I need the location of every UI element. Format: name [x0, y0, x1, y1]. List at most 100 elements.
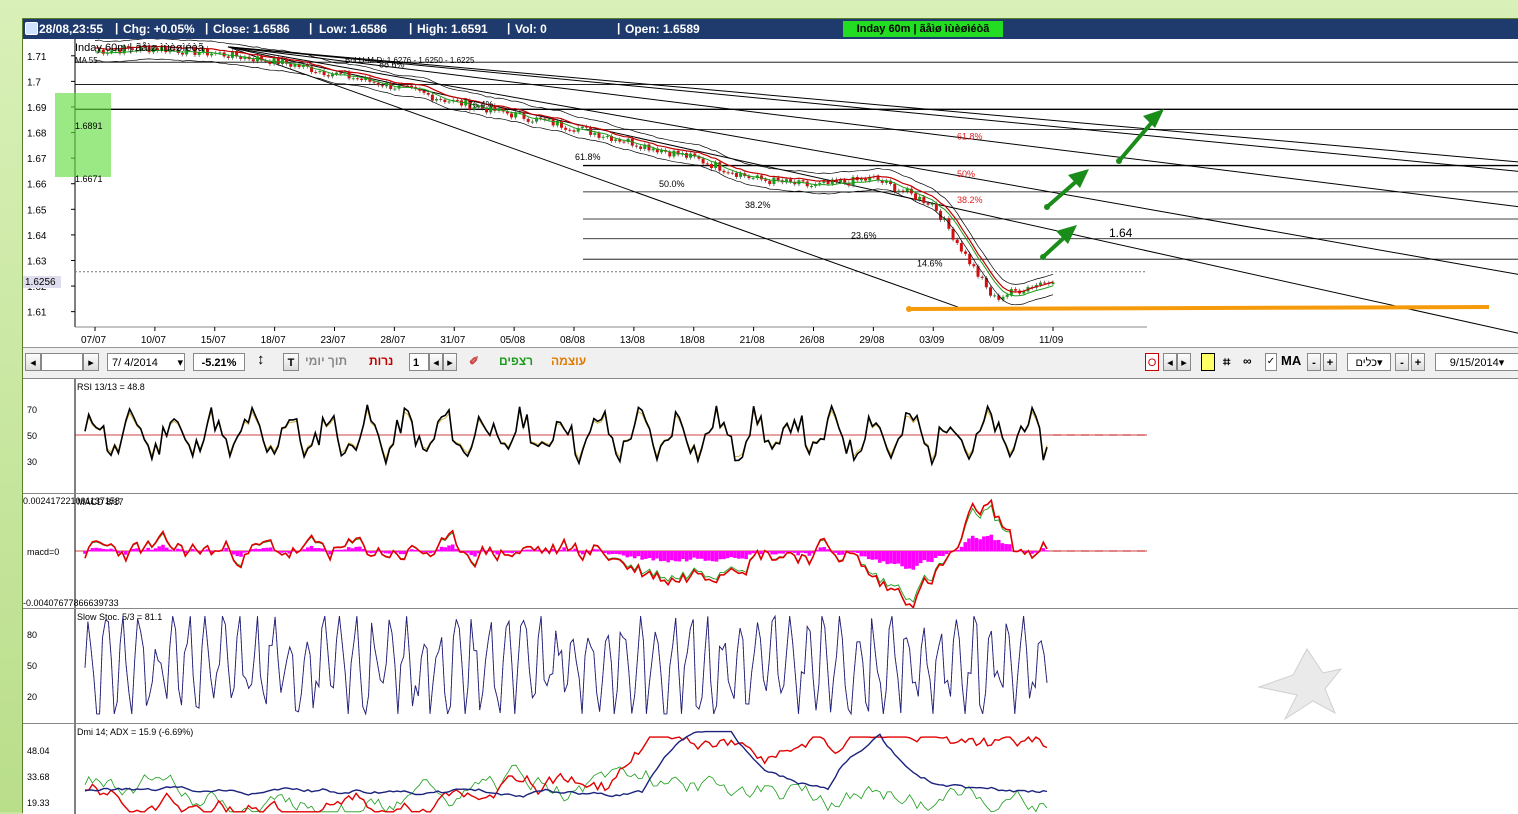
macd-histogram-bar — [751, 551, 756, 554]
zoom-plus-button[interactable]: + — [1411, 353, 1425, 371]
y-tick-label: 1.61 — [27, 308, 47, 319]
scroll-left-button[interactable]: ◂ — [25, 353, 41, 371]
dmi-panel[interactable]: Dmi 14; ADX = 15.9 (-6.69%) 48.04 33.68 19.… — [23, 723, 1518, 814]
dropdown-arrow-icon[interactable]: ▾ — [1377, 357, 1383, 369]
ma-minus-button[interactable]: - — [1307, 353, 1321, 371]
grid-icon[interactable]: ⌗ — [1223, 354, 1230, 370]
candle-body — [1043, 282, 1047, 284]
fib-label-right: 38.2% — [957, 195, 983, 205]
support-line-end — [906, 306, 912, 312]
macd-histogram-bar — [826, 549, 830, 552]
macd-histogram-bar — [740, 551, 745, 559]
x-tick-label: 28/07 — [380, 335, 405, 346]
candle-body — [443, 99, 447, 102]
nav-left-button[interactable]: ◂ — [1163, 353, 1177, 371]
macd-histogram-bar — [967, 538, 971, 552]
watermark-star — [1257, 648, 1343, 721]
candle-body — [951, 228, 955, 240]
candle-body — [918, 196, 922, 200]
stochastic-panel[interactable]: Slow Stoc. 5/3 = 81.1 80 50 20 — [23, 608, 1518, 723]
streaks-button[interactable]: רצפים — [499, 354, 533, 368]
candle-body — [251, 59, 255, 62]
binoculars-icon[interactable]: ∞ — [1243, 354, 1252, 368]
macd-histogram-bar — [937, 551, 942, 556]
macd-histogram-bar — [840, 551, 845, 555]
macd-histogram-bar — [402, 551, 407, 555]
nav-right-button[interactable]: ▸ — [1177, 353, 1191, 371]
ma-checkbox[interactable]: ✓ — [1265, 353, 1277, 371]
separator: | — [617, 21, 621, 35]
low-value: Low: 1.6586 — [319, 22, 388, 36]
scroll-track[interactable] — [41, 353, 83, 371]
macd-histogram-bar — [699, 551, 704, 559]
macd-histogram-bar — [725, 551, 730, 559]
macd-histogram-bar — [918, 551, 923, 564]
macd-histogram-bar — [369, 551, 373, 554]
macd-histogram-bar — [963, 542, 968, 552]
macd-histogram-bar — [833, 551, 838, 553]
candle-body — [605, 136, 609, 138]
macd-tick-label: -0.00407677866639733 — [23, 598, 119, 608]
candle-body — [597, 132, 601, 138]
window-icon[interactable] — [25, 22, 38, 35]
dropdown-arrow-icon[interactable]: ▾ — [1499, 357, 1505, 369]
star-shape — [1257, 648, 1343, 721]
macd-histogram-bar — [696, 551, 700, 559]
x-tick-label: 10/07 — [141, 335, 166, 346]
price-chart[interactable]: 1.711.71.691.681.671.661.651.641.631.621… — [23, 39, 1518, 347]
macd-histogram-bar — [796, 551, 800, 556]
candle-body — [955, 239, 959, 244]
percent-change-field[interactable]: -5.21% — [193, 353, 245, 371]
candle-body — [818, 182, 822, 185]
timeframe-badge[interactable]: Inday 60m | ãåìø ìùèøìéòã — [843, 21, 1003, 37]
macd-histogram-bar — [885, 551, 890, 565]
ma-plus-button[interactable]: + — [1323, 353, 1337, 371]
fib-label: 38.2% — [745, 200, 771, 210]
macd-histogram-bar — [636, 551, 641, 557]
dropdown-arrow-icon[interactable]: ▾ — [177, 354, 183, 372]
y-tick-label: 1.71 — [27, 52, 47, 63]
scroll-right-button[interactable]: ▸ — [83, 353, 99, 371]
macd-histogram-bar — [90, 548, 95, 552]
tools-dropdown[interactable]: כלים▾ — [1347, 353, 1391, 371]
candle-body — [972, 264, 976, 267]
macd-histogram-bar — [774, 551, 778, 555]
macd-panel[interactable]: MACD 8/170.002417221001137158macd=0-0.00… — [23, 493, 1518, 608]
range-box — [55, 93, 111, 177]
y-tick-label: 1.69 — [27, 103, 47, 114]
start-date-field[interactable]: 7/ 4/2014 ▾ — [107, 353, 185, 371]
count-field[interactable]: 1 — [409, 353, 429, 371]
macd-histogram-bar — [150, 549, 154, 552]
count-up-button[interactable]: ▸ — [443, 353, 457, 371]
candle-body — [984, 277, 988, 288]
candles-button[interactable]: נרות — [369, 354, 393, 368]
strength-button[interactable]: עוצמה — [551, 354, 586, 368]
color-swatch-button[interactable] — [1201, 353, 1215, 371]
macd-histogram-bar — [666, 551, 670, 563]
o-button[interactable]: O — [1145, 353, 1159, 371]
eraser-icon[interactable]: ✐ — [469, 354, 479, 368]
text-tool-button[interactable]: T — [283, 353, 299, 371]
macd-histogram-bar — [190, 548, 195, 552]
macd-histogram-bar — [242, 551, 247, 553]
macd-histogram-bar — [673, 551, 678, 562]
macd-histogram-bar — [424, 551, 429, 553]
macd-histogram-bar — [722, 551, 726, 560]
zoom-minus-button[interactable]: - — [1395, 353, 1409, 371]
macd-histogram-bar — [239, 551, 243, 557]
macd-histogram-bar — [982, 536, 986, 552]
macd-histogram-bar — [94, 547, 98, 552]
intraday-button[interactable]: תוך יומי — [305, 354, 347, 368]
y-tick-label: 1.66 — [27, 180, 47, 191]
count-down-button[interactable]: ◂ — [429, 353, 443, 371]
candle-body — [701, 158, 705, 164]
macd-tick-label: macd=0 — [27, 547, 59, 557]
macd-histogram-bar — [785, 551, 789, 553]
x-tick-label: 21/08 — [740, 335, 765, 346]
rsi-panel[interactable]: RSI 13/13 = 48.8 70 50 30 — [23, 378, 1518, 493]
macd-histogram-bar — [1041, 548, 1046, 552]
resize-vertical-icon[interactable]: ↕ — [257, 351, 265, 368]
ma-label: MA 55 — [75, 56, 98, 65]
stoch-tick-label: 20 — [27, 692, 37, 702]
end-date-field[interactable]: 9/15/2014▾ — [1435, 353, 1518, 371]
